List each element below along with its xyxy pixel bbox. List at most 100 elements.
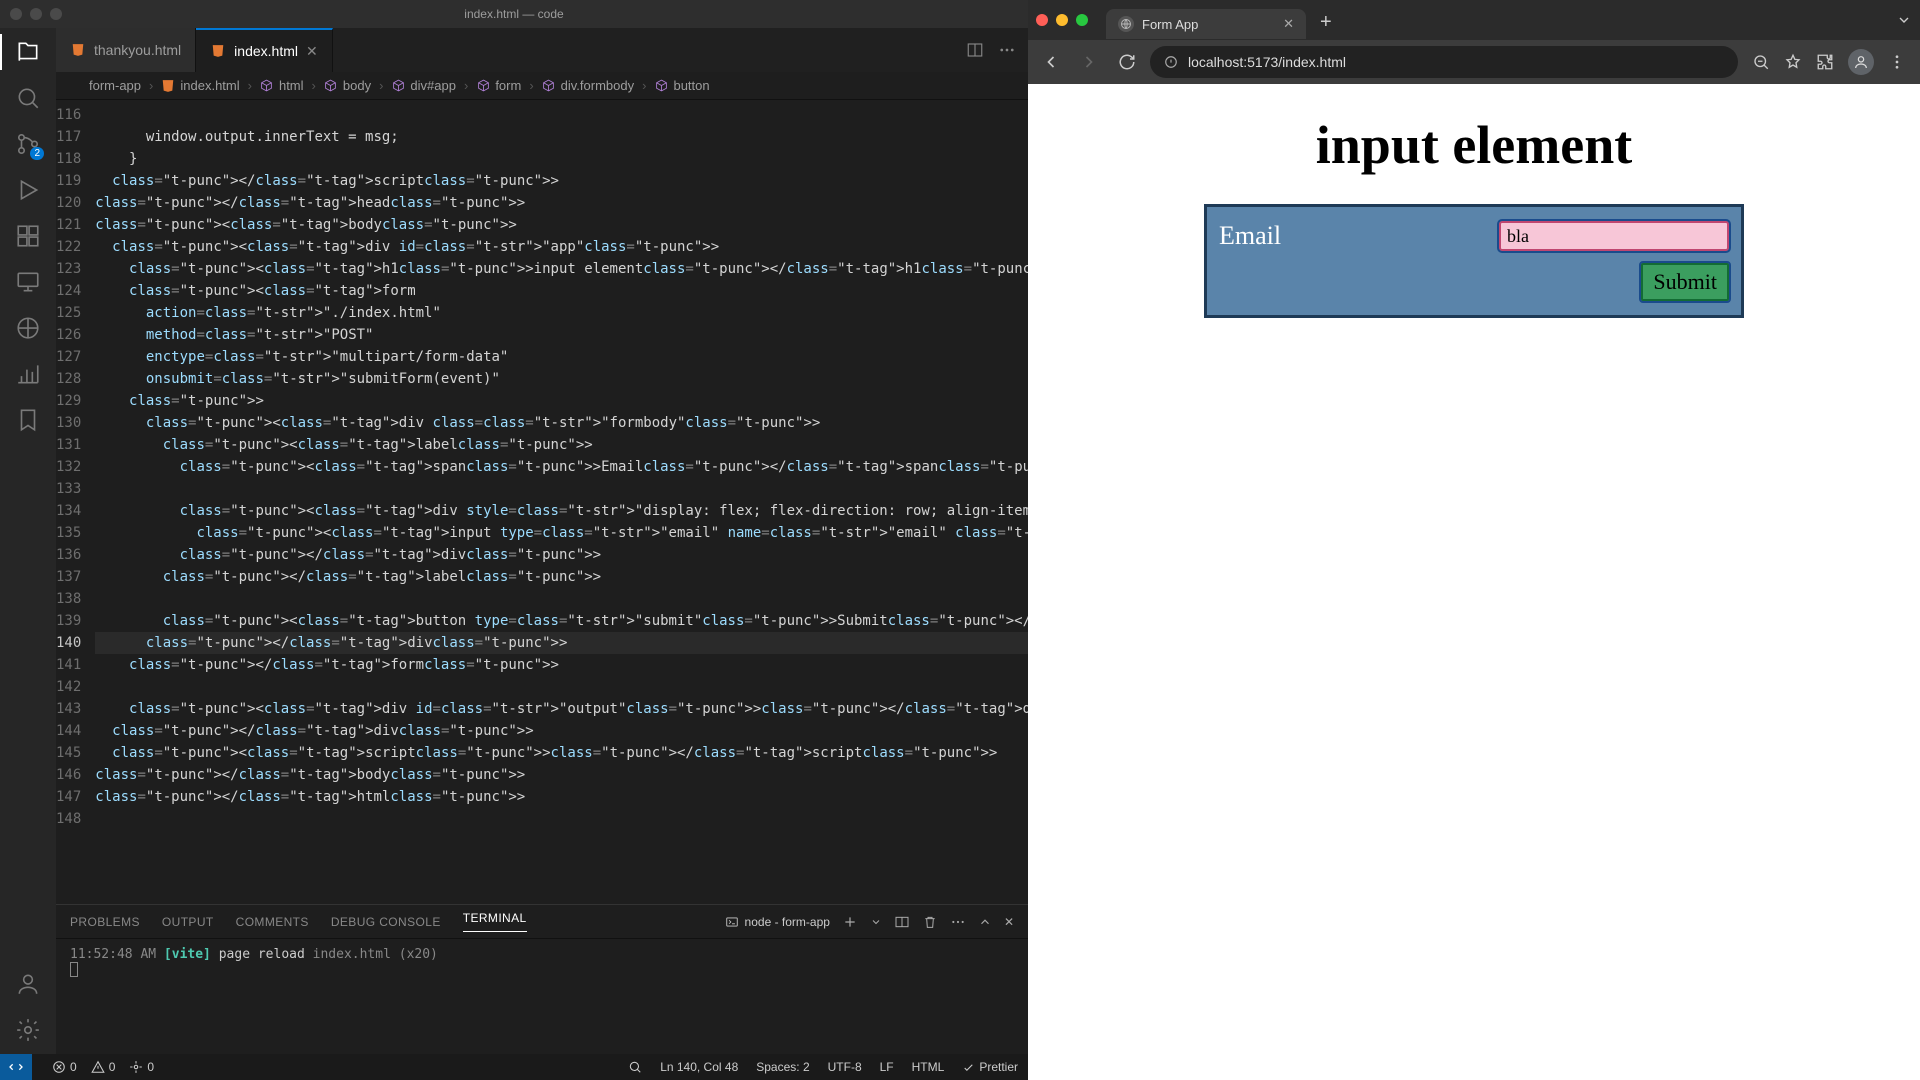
extensions-icon[interactable] bbox=[14, 222, 42, 250]
window-controls[interactable] bbox=[1036, 14, 1088, 26]
tab-thankyou[interactable]: thankyou.html bbox=[56, 28, 196, 72]
terminal-time: 11:52:48 AM bbox=[70, 947, 156, 962]
terminal-count: (x20) bbox=[399, 947, 438, 962]
address-bar[interactable]: localhost:5173/index.html bbox=[1150, 46, 1738, 78]
panel-tab-terminal[interactable]: TERMINAL bbox=[463, 911, 527, 932]
editor-tabs: thankyou.html index.html ✕ bbox=[56, 28, 1028, 72]
close-panel-icon[interactable]: ✕ bbox=[1004, 915, 1014, 929]
file-icon bbox=[70, 79, 84, 93]
vscode-titlebar: index.html — code bbox=[0, 0, 1028, 28]
form-container: Email Submit bbox=[1204, 204, 1744, 318]
code-editor[interactable]: 1161171181191201211221231241251261271281… bbox=[56, 100, 1028, 904]
chevron-up-icon[interactable] bbox=[978, 915, 992, 929]
minimize-dot[interactable] bbox=[30, 8, 42, 20]
more-icon[interactable] bbox=[950, 914, 966, 930]
symbol-icon bbox=[324, 79, 338, 93]
zoom-dot[interactable] bbox=[50, 8, 62, 20]
chevron-down-icon[interactable] bbox=[870, 916, 882, 928]
terminal-msg: page reload bbox=[219, 947, 305, 962]
terminal-tag: [vite] bbox=[164, 947, 211, 962]
terminal-task[interactable]: node - form-app bbox=[725, 915, 830, 929]
browser-tab[interactable]: Form App ✕ bbox=[1106, 9, 1306, 39]
status-ports[interactable]: 0 bbox=[129, 1060, 154, 1074]
status-magnify-icon[interactable] bbox=[628, 1060, 642, 1074]
activity-bar: 2 bbox=[0, 28, 56, 1054]
new-terminal-icon[interactable] bbox=[842, 914, 858, 930]
email-input[interactable] bbox=[1499, 221, 1729, 251]
menu-dots-icon[interactable] bbox=[1888, 53, 1906, 71]
status-encoding[interactable]: UTF-8 bbox=[828, 1060, 862, 1074]
breadcrumb-item[interactable]: div.formbody bbox=[542, 78, 634, 93]
run-debug-icon[interactable] bbox=[14, 176, 42, 204]
browser-window: Form App ✕ + localhost:5173/index.html i… bbox=[1028, 0, 1920, 1080]
zoom-dot[interactable] bbox=[1076, 14, 1088, 26]
symbol-icon bbox=[260, 79, 274, 93]
page-heading: input element bbox=[1028, 114, 1920, 176]
close-icon[interactable]: ✕ bbox=[306, 43, 318, 60]
site-info-icon[interactable] bbox=[1164, 55, 1178, 69]
remote-explorer-icon[interactable] bbox=[14, 268, 42, 296]
breadcrumb-item[interactable]: button bbox=[654, 78, 709, 93]
search-icon[interactable] bbox=[14, 84, 42, 112]
split-terminal-icon[interactable] bbox=[894, 914, 910, 930]
status-bar: 0 0 0 Ln 140, Col 48 Spaces: 2 UTF-8 LF … bbox=[0, 1054, 1028, 1080]
breadcrumb-item[interactable]: form-app bbox=[70, 78, 141, 93]
close-dot[interactable] bbox=[10, 8, 22, 20]
browser-tab-title: Form App bbox=[1142, 17, 1198, 32]
remote-indicator[interactable] bbox=[0, 1054, 32, 1080]
status-lang[interactable]: HTML bbox=[912, 1060, 945, 1074]
more-icon[interactable] bbox=[998, 41, 1016, 59]
breadcrumb-item[interactable]: index.html bbox=[161, 78, 239, 93]
source-control-icon[interactable]: 2 bbox=[14, 130, 42, 158]
settings-gear-icon[interactable] bbox=[14, 1016, 42, 1044]
extensions-puzzle-icon[interactable] bbox=[1816, 53, 1834, 71]
submit-button[interactable]: Submit bbox=[1641, 263, 1729, 301]
back-button[interactable] bbox=[1036, 47, 1066, 77]
terminal-file: index.html bbox=[313, 947, 391, 962]
url-text: localhost:5173/index.html bbox=[1188, 54, 1346, 70]
bookmark-star-icon[interactable] bbox=[1784, 53, 1802, 71]
tab-label: index.html bbox=[234, 43, 298, 59]
chevron-down-icon[interactable] bbox=[1896, 12, 1912, 28]
panel-tab-output[interactable]: OUTPUT bbox=[162, 915, 214, 929]
new-tab-button[interactable]: + bbox=[1314, 11, 1338, 34]
profile-avatar[interactable] bbox=[1848, 49, 1874, 75]
reload-button[interactable] bbox=[1112, 47, 1142, 77]
trash-icon[interactable] bbox=[922, 914, 938, 930]
close-icon[interactable]: ✕ bbox=[1283, 16, 1294, 32]
testing-icon[interactable] bbox=[14, 314, 42, 342]
breadcrumb-item[interactable]: html bbox=[260, 78, 304, 93]
symbol-icon bbox=[476, 79, 490, 93]
panel-tab-comments[interactable]: COMMENTS bbox=[236, 915, 309, 929]
split-editor-icon[interactable] bbox=[966, 41, 984, 59]
status-cursor[interactable]: Ln 140, Col 48 bbox=[660, 1060, 738, 1074]
panel-tabs: PROBLEMS OUTPUT COMMENTS DEBUG CONSOLE TERMI… bbox=[56, 905, 1028, 939]
status-formatter[interactable]: Prettier bbox=[962, 1060, 1018, 1074]
explorer-icon[interactable] bbox=[14, 38, 42, 66]
file-icon bbox=[161, 79, 175, 93]
status-warnings[interactable]: 0 bbox=[91, 1060, 116, 1074]
panel-tab-problems[interactable]: PROBLEMS bbox=[70, 915, 140, 929]
bookmark-icon[interactable] bbox=[14, 406, 42, 434]
status-spaces[interactable]: Spaces: 2 bbox=[756, 1060, 809, 1074]
tab-label: thankyou.html bbox=[94, 42, 181, 58]
tab-index[interactable]: index.html ✕ bbox=[196, 28, 333, 72]
graph-icon[interactable] bbox=[14, 360, 42, 388]
window-title: index.html — code bbox=[464, 7, 563, 21]
minimize-dot[interactable] bbox=[1056, 14, 1068, 26]
status-eol[interactable]: LF bbox=[880, 1060, 894, 1074]
email-label: Email bbox=[1219, 221, 1281, 251]
accounts-icon[interactable] bbox=[14, 970, 42, 998]
html-file-icon bbox=[210, 43, 226, 59]
zoom-icon[interactable] bbox=[1752, 53, 1770, 71]
status-errors[interactable]: 0 bbox=[52, 1060, 77, 1074]
panel-tab-debug-console[interactable]: DEBUG CONSOLE bbox=[331, 915, 441, 929]
breadcrumb-item[interactable]: form bbox=[476, 78, 521, 93]
close-dot[interactable] bbox=[1036, 14, 1048, 26]
window-controls[interactable] bbox=[10, 8, 62, 20]
breadcrumb-item[interactable]: body bbox=[324, 78, 371, 93]
forward-button[interactable] bbox=[1074, 47, 1104, 77]
terminal-body[interactable]: 11:52:48 AM [vite] page reload index.htm… bbox=[56, 939, 1028, 1054]
breadcrumb-item[interactable]: div#app bbox=[391, 78, 456, 93]
breadcrumbs[interactable]: form-app›index.html›html›body›div#app›fo… bbox=[56, 72, 1028, 100]
